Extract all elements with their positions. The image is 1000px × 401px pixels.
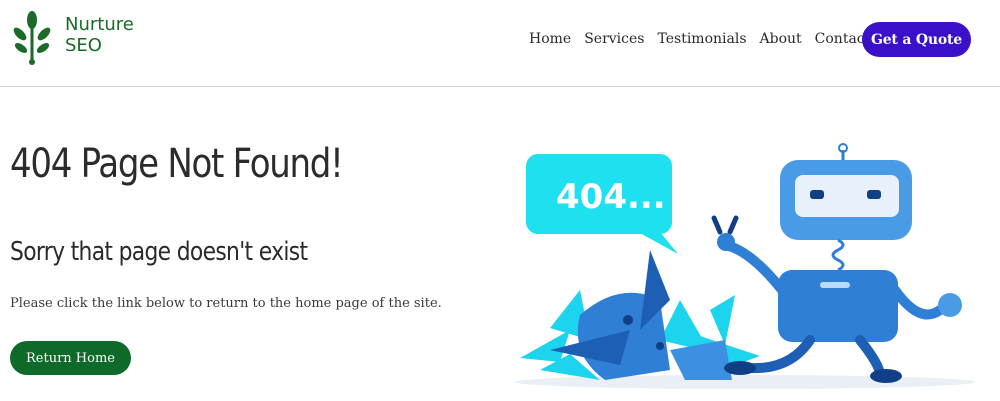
main-nav: Home Services Testimonials About Contact	[529, 31, 883, 47]
nav-services[interactable]: Services	[584, 31, 644, 47]
brand-name[interactable]: Nurture SEO	[65, 14, 134, 56]
page-subtitle: Sorry that page doesn't exist	[10, 237, 308, 267]
site-header: Nurture SEO Home Services Testimonials A…	[0, 0, 1000, 87]
nav-testimonials[interactable]: Testimonials	[657, 31, 746, 47]
nav-home[interactable]: Home	[529, 31, 571, 47]
brand-line-1: Nurture	[65, 14, 134, 35]
brand-line-2: SEO	[65, 35, 102, 56]
bubble-text: 404...	[556, 177, 666, 217]
robot-404-illustration: 404...	[515, 143, 975, 389]
robot-figure	[711, 143, 962, 383]
leaf-plant-icon[interactable]	[12, 11, 52, 65]
nav-about[interactable]: About	[760, 31, 802, 47]
get-a-quote-button[interactable]: Get a Quote	[862, 22, 971, 57]
page-title: 404 Page Not Found!	[10, 141, 344, 187]
info-message: Please click the link below to return to…	[10, 296, 442, 311]
speech-bubble: 404...	[526, 154, 678, 254]
return-home-button[interactable]: Return Home	[10, 341, 131, 375]
